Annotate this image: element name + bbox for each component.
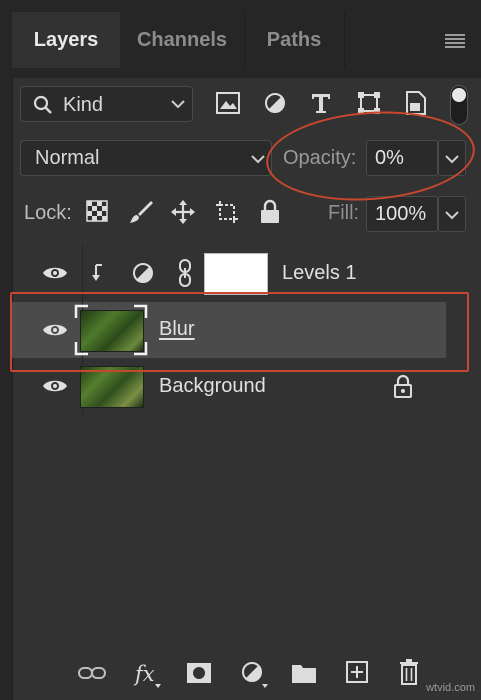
opacity-value: 0% — [375, 147, 404, 169]
filter-kind-dropdown[interactable]: Kind — [20, 86, 193, 122]
tab-bar: Layers Channels Paths — [12, 0, 481, 78]
tab-layers[interactable]: Layers — [12, 12, 120, 68]
adjustment-filter-icon[interactable] — [264, 92, 286, 114]
layer-name[interactable]: Levels 1 — [282, 262, 357, 285]
layer-thumbnail[interactable] — [80, 366, 144, 408]
layer-row-blur[interactable]: Blur — [12, 302, 446, 358]
fx-icon[interactable]: fx — [133, 660, 163, 690]
lock-transparent-pixels-icon[interactable] — [86, 200, 108, 222]
filter-toggle[interactable] — [450, 85, 468, 125]
tab-channels[interactable]: Channels — [120, 12, 244, 68]
column-divider — [82, 245, 83, 301]
opacity-label: Opacity: — [283, 147, 357, 169]
lock-icon — [394, 375, 412, 398]
lock-all-icon[interactable] — [259, 199, 281, 225]
layer-row-levels-1[interactable]: Levels 1 — [12, 245, 446, 301]
fill-value: 100% — [375, 203, 427, 225]
new-group-icon[interactable] — [291, 662, 317, 684]
filter-kind-label: Kind — [63, 94, 104, 116]
blend-mode-dropdown[interactable]: Normal — [20, 140, 272, 176]
chain-link-icon[interactable] — [178, 259, 192, 287]
fill-slider-button[interactable] — [438, 196, 466, 232]
selection-corners-icon — [74, 304, 148, 356]
lock-position-icon[interactable] — [170, 199, 196, 225]
type-filter-icon[interactable] — [310, 92, 332, 114]
new-layer-icon[interactable] — [345, 660, 369, 684]
opacity-slider-button[interactable] — [438, 140, 466, 176]
new-adjustment-icon[interactable] — [240, 660, 270, 690]
chevron-down-icon — [251, 155, 265, 164]
lock-artboard-icon[interactable] — [214, 199, 240, 225]
tab-paths[interactable]: Paths — [244, 12, 344, 68]
watermark: wtvid.com — [426, 682, 475, 694]
fill-label: Fill: — [328, 202, 360, 224]
layer-mask-thumbnail[interactable] — [204, 253, 268, 295]
clipping-mask-arrow-icon — [92, 264, 102, 281]
chevron-down-icon — [445, 211, 459, 220]
opacity-input[interactable]: 0% — [366, 140, 438, 176]
panel-left-edge — [0, 0, 12, 700]
chevron-down-icon — [171, 100, 185, 109]
search-icon — [33, 95, 52, 114]
smart-object-filter-icon[interactable] — [405, 90, 427, 116]
visibility-eye-icon[interactable] — [42, 378, 68, 394]
image-filter-icon[interactable] — [216, 92, 240, 114]
layer-name[interactable]: Background — [159, 375, 266, 398]
visibility-eye-icon[interactable] — [42, 322, 68, 338]
trash-icon[interactable] — [398, 659, 420, 685]
visibility-eye-icon[interactable] — [42, 265, 68, 281]
panel-menu-icon[interactable] — [445, 34, 465, 48]
tab-divider — [344, 12, 345, 68]
lock-label: Lock: — [24, 202, 72, 224]
svg-text:fx: fx — [133, 662, 155, 686]
fill-input[interactable]: 100% — [366, 196, 438, 232]
chevron-down-icon — [445, 155, 459, 164]
shape-filter-icon[interactable] — [357, 91, 381, 115]
adjustment-layer-icon — [133, 263, 153, 283]
link-layers-icon[interactable] — [78, 666, 106, 680]
lock-image-pixels-icon[interactable] — [128, 199, 154, 225]
filter-toggle-knob — [452, 88, 466, 102]
layer-name[interactable]: Blur — [159, 318, 195, 341]
add-mask-icon[interactable] — [186, 662, 212, 684]
layer-row-background[interactable]: Background — [12, 358, 446, 414]
blend-mode-value: Normal — [35, 147, 100, 169]
